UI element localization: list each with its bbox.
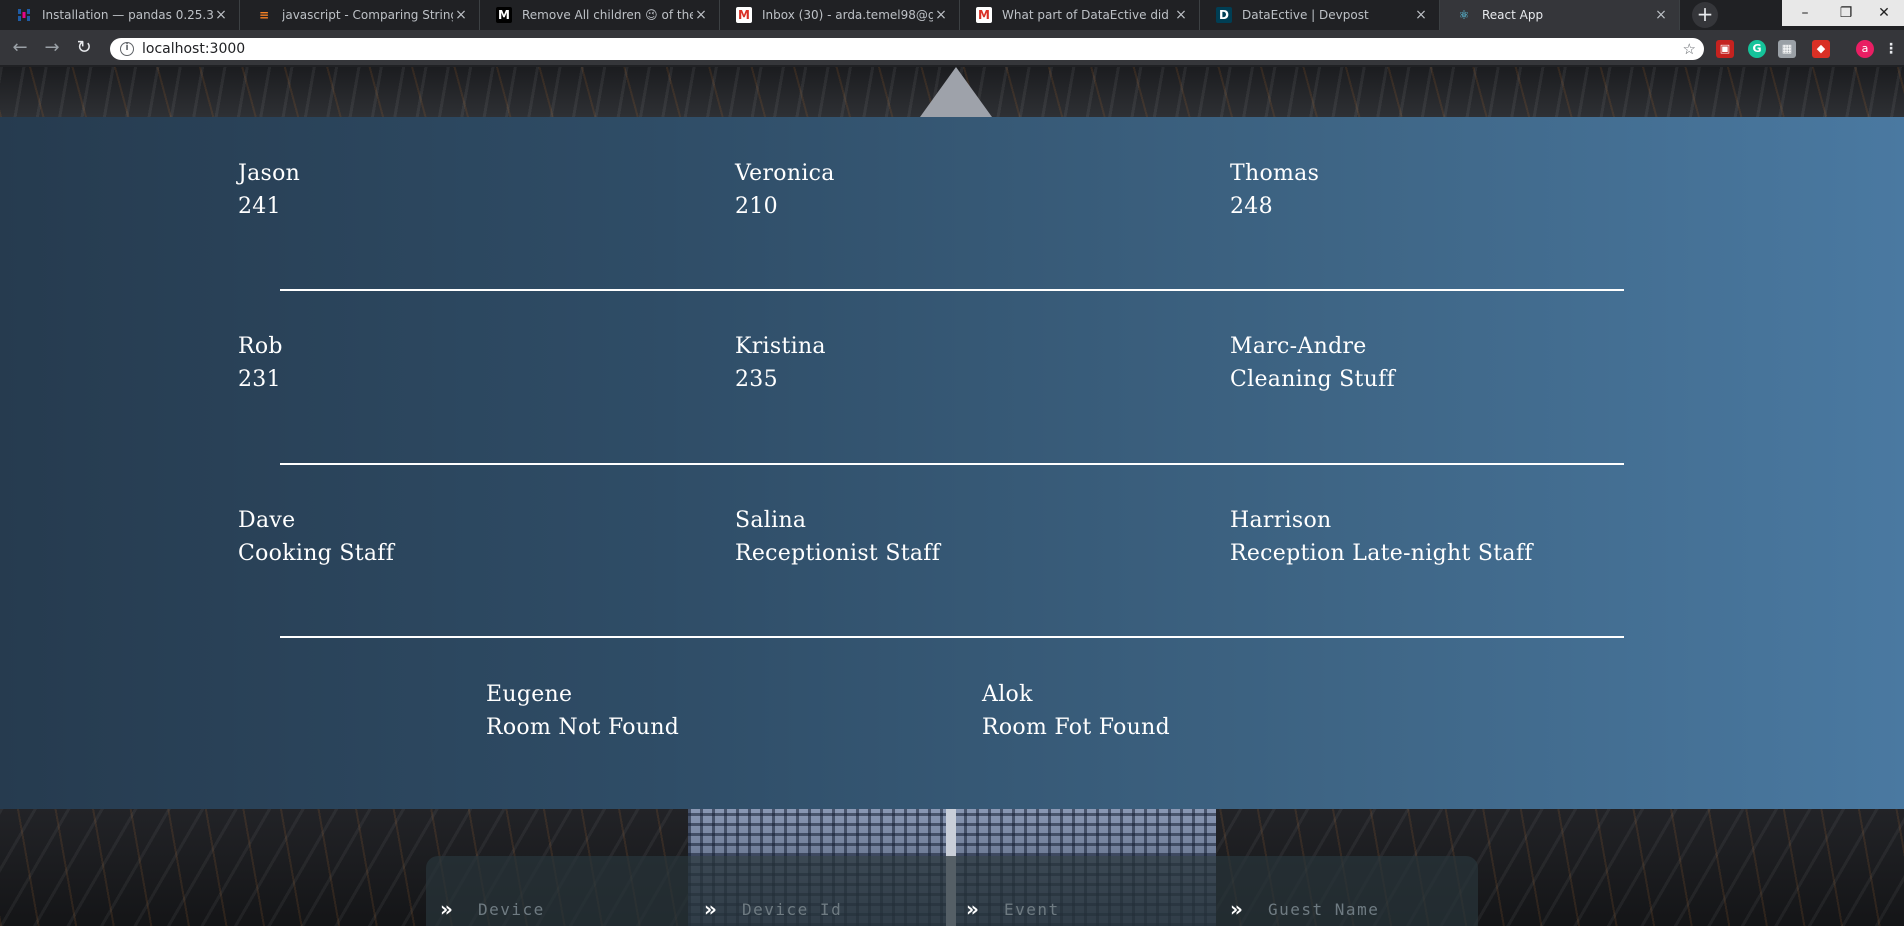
double-chevron-right-icon: » [704,897,717,921]
browser-tab[interactable]: ≡ javascript - Comparing Strings in × [240,0,480,30]
tab-strip: Installation — pandas 0.25.3 doc × ≡ jav… [0,0,1904,30]
extension-icon[interactable]: ▣ [1716,40,1734,58]
browser-tab[interactable]: D DataEctive | Devpost × [1200,0,1440,30]
staff-name: Alok [982,682,1033,707]
tab-title: javascript - Comparing Strings in [282,8,453,22]
staff-name: Rob [238,334,283,359]
staff-name: Marc-Andre [1230,334,1367,359]
staff-value: Reception Late-night Staff [1230,541,1533,566]
staff-name: Veronica [735,161,835,186]
forward-button[interactable]: → [40,36,64,60]
device-field: » [440,896,678,922]
staff-value: Cooking Staff [238,541,395,566]
menu-icon[interactable]: ⋮ [1882,40,1900,58]
staff-name: Dave [238,508,296,533]
staff-value: 248 [1230,194,1273,219]
gmail-icon: M [736,7,752,23]
browser-tab[interactable]: M Inbox (30) - arda.temel98@gmai × [720,0,960,30]
close-icon[interactable]: × [1413,7,1429,23]
event-field: » [966,896,1204,922]
staff-name: Harrison [1230,508,1332,533]
row-divider [280,463,1624,465]
device-id-field: » [704,896,942,922]
tab-title: React App [1482,8,1544,22]
staff-panel: Jason 241 Veronica 210 Thomas 248 Rob 23… [0,117,1904,809]
staff-card: Salina Receptionist Staff [735,504,940,570]
staff-name: Thomas [1230,161,1320,186]
devpost-icon: D [1216,7,1232,23]
staff-card: Thomas 248 [1230,157,1319,223]
double-chevron-right-icon: » [1230,897,1243,921]
window-close-button[interactable]: ✕ [1864,0,1904,26]
staff-value: 241 [238,194,281,219]
double-chevron-right-icon: » [966,897,979,921]
new-tab-button[interactable]: + [1692,2,1718,28]
info-icon[interactable]: i [120,42,134,56]
staff-card: Alok Room Fot Found [982,678,1170,744]
medium-icon: M [496,7,512,23]
close-icon[interactable]: × [213,7,229,23]
device-input[interactable] [478,899,678,919]
staff-name: Jason [238,161,301,186]
profile-avatar[interactable]: a [1856,40,1874,58]
close-icon[interactable]: × [1173,7,1189,23]
row-divider [280,289,1624,291]
staff-value: Receptionist Staff [735,541,941,566]
close-icon[interactable]: × [693,7,709,23]
staff-card: Jason 241 [238,157,300,223]
staff-name: Salina [735,508,807,533]
staff-card: Dave Cooking Staff [238,504,394,570]
pandas-icon [16,7,32,23]
double-chevron-right-icon: » [440,897,453,921]
close-icon[interactable]: × [933,7,949,23]
staff-value: Room Fot Found [982,715,1170,740]
staff-value: 235 [735,367,778,392]
staff-card: Kristina 235 [735,330,826,396]
building-spire [920,67,992,117]
address-bar[interactable]: i localhost:3000 ☆ [110,38,1704,60]
browser-tab[interactable]: Installation — pandas 0.25.3 doc × [0,0,240,30]
tab-title: Installation — pandas 0.25.3 doc [42,8,213,22]
staff-name: Eugene [486,682,573,707]
gmail-icon: M [976,7,992,23]
guest-name-field: » [1230,896,1468,922]
page-viewport: Jason 241 Veronica 210 Thomas 248 Rob 23… [0,67,1904,926]
guest-name-input[interactable] [1268,899,1468,919]
restore-button[interactable]: ❐ [1828,0,1864,26]
reload-button[interactable]: ↻ [72,36,96,60]
extension-icon[interactable]: ▦ [1778,40,1796,58]
minimize-button[interactable]: – [1782,0,1828,26]
bookmark-star-icon[interactable]: ☆ [1683,40,1696,58]
stackoverflow-icon: ≡ [258,8,270,22]
browser-tab-active[interactable]: ⚛ React App × [1440,0,1680,30]
staff-value: Cleaning Stuff [1230,367,1396,392]
browser-tab[interactable]: M Remove All children 😉 of the no × [480,0,720,30]
staff-name: Kristina [735,334,826,359]
staff-value: 231 [238,367,281,392]
event-input[interactable] [1004,899,1204,919]
back-button[interactable]: ← [8,36,32,60]
browser-tab[interactable]: M What part of DataEctive did you × [960,0,1200,30]
device-id-input[interactable] [742,899,942,919]
staff-card: Veronica 210 [735,157,835,223]
tab-title: DataEctive | Devpost [1242,8,1369,22]
staff-card: Marc-Andre Cleaning Stuff [1230,330,1395,396]
extension-icon[interactable]: ◆ [1812,40,1830,58]
staff-value: Room Not Found [486,715,680,740]
address-url[interactable]: localhost:3000 [142,41,1683,57]
staff-card: Rob 231 [238,330,283,396]
staff-value: 210 [735,194,778,219]
react-icon: ⚛ [1458,8,1470,22]
staff-card: Eugene Room Not Found [486,678,679,744]
grammarly-icon[interactable]: G [1748,40,1766,58]
tab-title: What part of DataEctive did you [1002,8,1173,22]
close-icon[interactable]: × [453,7,469,23]
tab-title: Inbox (30) - arda.temel98@gmai [762,8,933,22]
staff-card: Harrison Reception Late-night Staff [1230,504,1533,570]
close-icon[interactable]: × [1653,7,1669,23]
tab-title: Remove All children 😉 of the no [522,8,693,22]
row-divider [280,636,1624,638]
